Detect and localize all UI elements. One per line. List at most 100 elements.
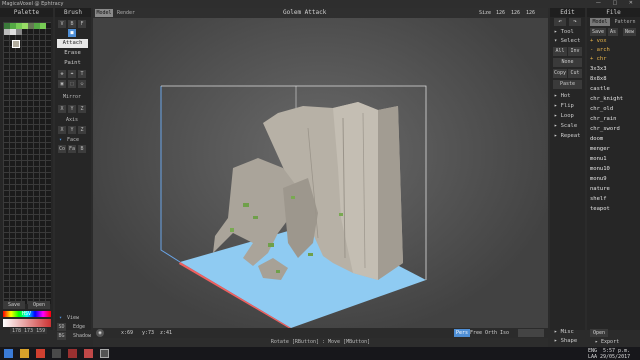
redo-icon[interactable]: ↷ — [569, 18, 581, 26]
view-flag-sd[interactable]: SD — [57, 323, 66, 331]
app-icon[interactable] — [36, 349, 45, 358]
fill-icon[interactable]: ▣ — [58, 80, 66, 88]
tab-model[interactable]: Model — [95, 9, 113, 17]
edit-loop-row[interactable]: ▸ Loop — [554, 113, 574, 119]
view-mode-pers[interactable]: Pers — [454, 329, 471, 337]
file-export-row[interactable]: ▸ Export — [595, 339, 619, 345]
camera-icon[interactable]: ◉ — [96, 329, 104, 337]
folder-chr[interactable]: + chr — [590, 56, 607, 62]
start-icon[interactable] — [4, 349, 13, 358]
edit-scale-row[interactable]: ▸ Scale — [554, 123, 577, 129]
app-icon[interactable] — [84, 349, 93, 358]
cut-button[interactable]: Cut — [568, 69, 582, 78]
file-item[interactable]: menger — [590, 146, 610, 152]
face-fa[interactable]: Fa — [68, 145, 76, 153]
file-item[interactable]: 3x3x3 — [590, 66, 607, 72]
app-icon[interactable] — [52, 349, 61, 358]
t-icon[interactable]: T — [78, 70, 86, 78]
file-item[interactable]: doom — [590, 136, 603, 142]
edit-flip-row[interactable]: ▸ Flip — [554, 103, 574, 109]
file-item[interactable]: chr_knight — [590, 96, 623, 102]
view-flag-bg[interactable]: BG — [57, 332, 66, 340]
view-mode-orth[interactable]: Orth — [485, 329, 497, 337]
mirror-x[interactable]: X — [58, 105, 66, 113]
edit-hot-row[interactable]: ▸ Hot — [554, 93, 571, 99]
file-item[interactable]: 8x8x8 — [590, 76, 607, 82]
edit-tool-row[interactable]: ▸ Tool — [554, 29, 574, 35]
move-icon[interactable]: ✥ — [58, 70, 66, 78]
file-open-button[interactable]: Open — [590, 329, 609, 337]
tool-attach[interactable]: Attach — [57, 39, 88, 48]
paste-button[interactable]: Paste — [553, 80, 582, 89]
rgb-values[interactable]: 178 173 159 — [10, 328, 48, 334]
palette-selected-swatch[interactable] — [12, 40, 20, 48]
pick-icon[interactable]: ⌖ — [68, 70, 76, 78]
edit-select-row[interactable]: ▾ Select — [554, 38, 581, 44]
axis-y[interactable]: Y — [68, 126, 76, 134]
brush-mode-b[interactable]: B — [68, 20, 76, 28]
viewport[interactable]: Model Render Golem Attack Size 126 126 1… — [93, 8, 548, 330]
magicavoxel-icon[interactable] — [100, 349, 109, 358]
file-item[interactable]: monu9 — [590, 176, 607, 182]
edit-shape-row[interactable]: ▸ Shape — [554, 338, 577, 344]
file-save-button[interactable]: Save — [590, 28, 607, 36]
size-z[interactable]: 126 — [526, 9, 535, 17]
voxel-scene[interactable] — [93, 18, 548, 330]
axis-x[interactable]: X — [58, 126, 66, 134]
tab-render[interactable]: Render — [116, 9, 136, 17]
folder-vox[interactable]: + vox — [590, 38, 607, 44]
select-icon[interactable]: ⬚ — [68, 80, 76, 88]
palette-swatch[interactable] — [16, 29, 22, 35]
face-b[interactable]: B — [78, 145, 86, 153]
tray-date[interactable]: 29/05/2017 — [600, 354, 630, 360]
zoom-slider[interactable] — [518, 329, 544, 337]
file-item[interactable]: shelf — [590, 196, 607, 202]
size-x[interactable]: 126 — [496, 9, 505, 17]
brush-mode-selected[interactable]: ■ — [68, 29, 76, 37]
window-controls[interactable]: — □ ✕ — [596, 0, 638, 6]
select-none-button[interactable]: None — [553, 58, 582, 67]
size-y[interactable]: 126 — [511, 9, 520, 17]
edit-misc-row[interactable]: ▸ Misc — [554, 329, 574, 335]
edit-repeat-row[interactable]: ▸ Repeat — [554, 133, 581, 139]
undo-icon[interactable]: ↶ — [554, 18, 566, 26]
folder-arch[interactable]: - arch — [590, 47, 610, 53]
palette-grid[interactable] — [3, 22, 51, 304]
file-item[interactable]: monu10 — [590, 166, 610, 172]
select-inv-button[interactable]: Inv — [568, 47, 582, 56]
app-icon[interactable] — [68, 349, 77, 358]
copy-button[interactable]: Copy — [553, 69, 567, 78]
tab-file-pattern[interactable]: Pattern — [613, 18, 637, 26]
tab-file-model[interactable]: Model — [590, 18, 610, 26]
palette-swatch[interactable] — [40, 23, 46, 29]
file-saveas-button[interactable]: As — [608, 28, 619, 36]
file-item[interactable]: castle — [590, 86, 610, 92]
brush-mode-f[interactable]: F — [78, 20, 86, 28]
palette-save-button[interactable]: Save — [3, 301, 25, 309]
view-mode-iso[interactable]: Iso — [500, 329, 509, 337]
tray-layout[interactable]: LAA — [588, 354, 597, 360]
file-item[interactable]: nature — [590, 186, 610, 192]
file-item[interactable]: chr_old — [590, 106, 613, 112]
explorer-icon[interactable] — [20, 349, 29, 358]
face-toggle-icon[interactable]: ▾ — [59, 137, 62, 143]
view-mode-free[interactable]: Free — [470, 329, 482, 337]
mirror-z[interactable]: Z — [78, 105, 86, 113]
palette-open-button[interactable]: Open — [28, 301, 50, 309]
file-item[interactable]: teapot — [590, 206, 610, 212]
select-all-button[interactable]: All — [553, 47, 567, 56]
axis-z[interactable]: Z — [78, 126, 86, 134]
clear-icon[interactable]: ◇ — [78, 80, 86, 88]
file-item[interactable]: monu1 — [590, 156, 607, 162]
brush-mode-v[interactable]: V — [58, 20, 66, 28]
face-co[interactable]: Co — [58, 145, 66, 153]
view-toggle-icon[interactable]: ▾ — [59, 315, 62, 321]
file-item[interactable]: chr_rain — [590, 116, 617, 122]
view-edge[interactable]: Edge — [73, 324, 85, 330]
tool-erase[interactable]: Erase — [57, 49, 88, 58]
tool-paint[interactable]: Paint — [57, 59, 88, 68]
view-shadow[interactable]: Shadow — [73, 333, 91, 339]
file-new-button[interactable]: New — [623, 28, 637, 36]
sv-picker[interactable] — [3, 319, 51, 327]
mirror-y[interactable]: Y — [68, 105, 76, 113]
